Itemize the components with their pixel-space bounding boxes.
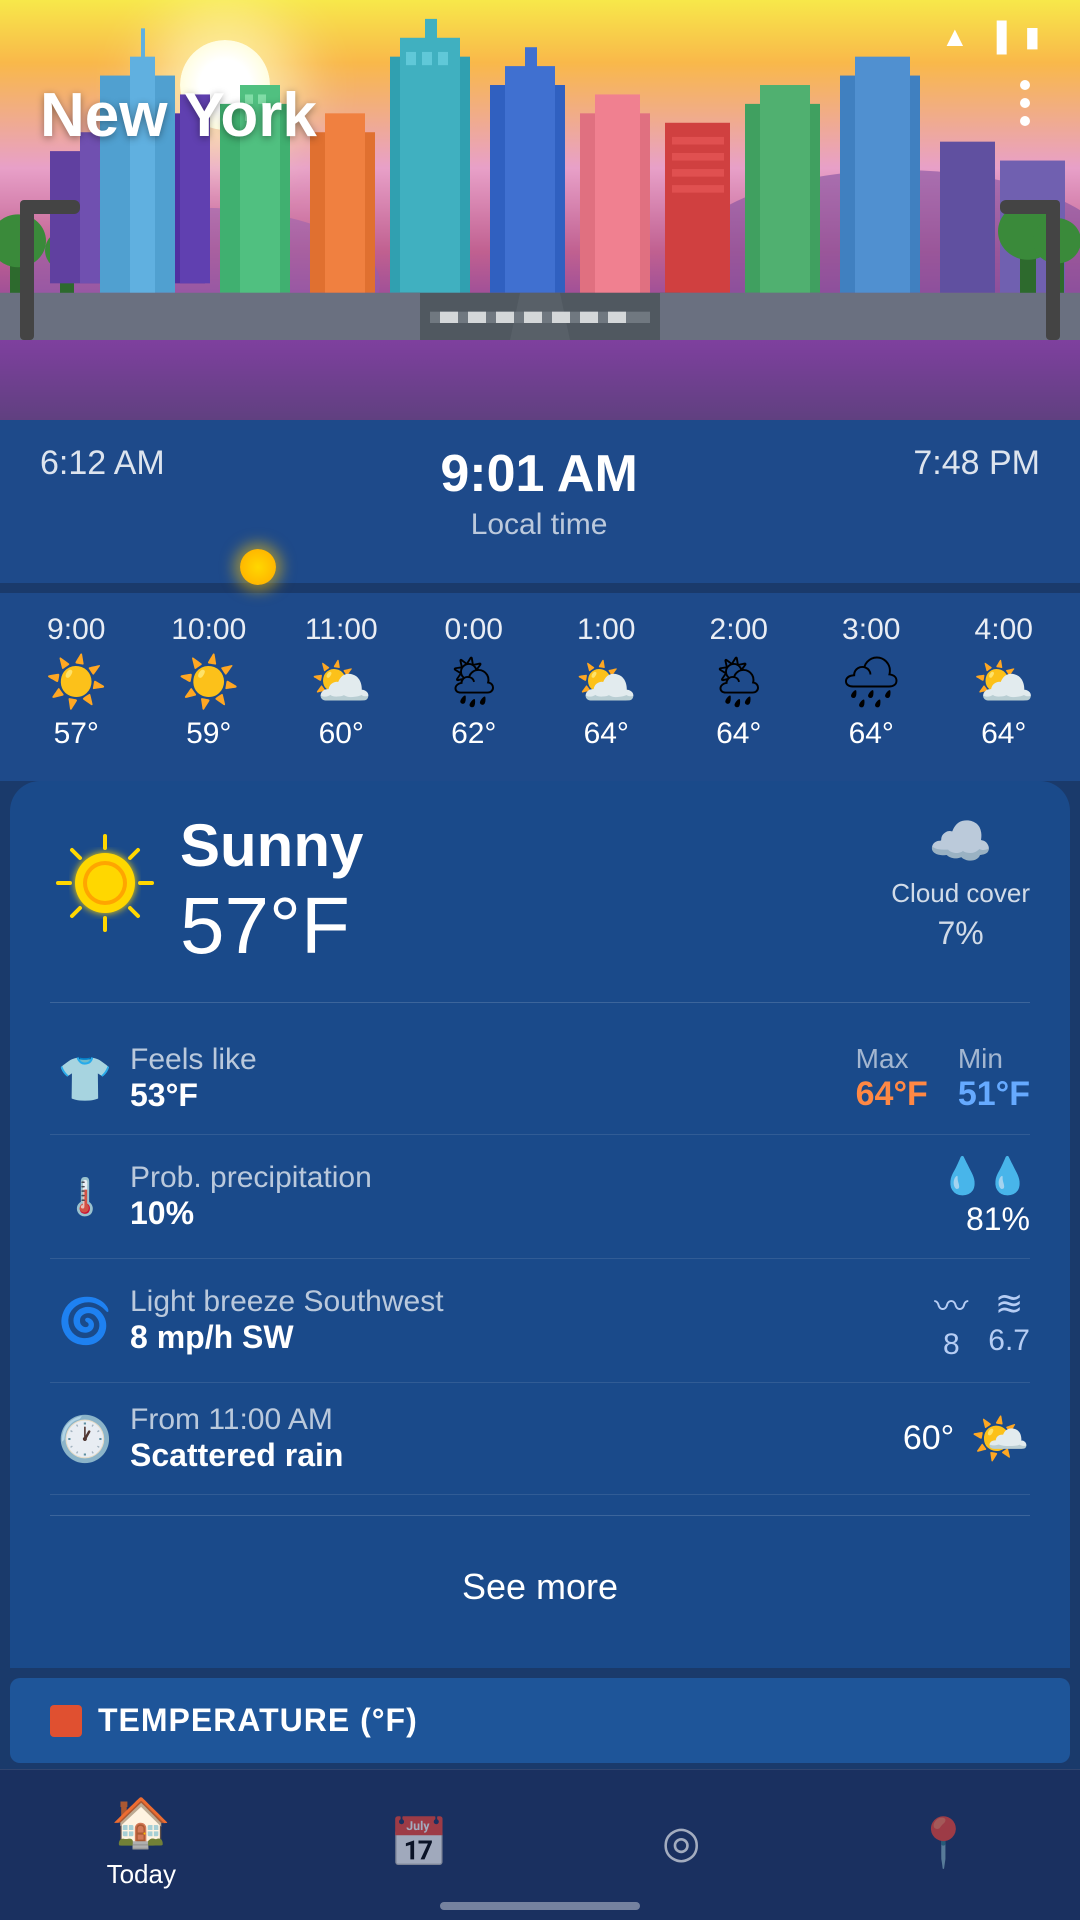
nav-radar[interactable]: ◎ [662,1817,700,1868]
current-weather-header: Sunny 57°F ☁️ Cloud cover 7% [50,811,1030,972]
city-header: New York [0,0,1080,420]
hourly-item[interactable]: 10:00 ☀️ 59° [143,613,276,751]
temp-section-label: TEMPERATURE (°F) [50,1702,1030,1739]
battery-icon [1025,20,1040,53]
max-min-temps: Max 64°F Min 51°F [856,1043,1030,1114]
current-weather-icon [50,828,160,956]
sunset-time: 7:48 PM [913,444,1040,543]
temp-color-swatch [50,1705,82,1737]
skyline-svg [0,0,1080,340]
location-icon: 📍 [914,1814,974,1871]
calendar-icon: 📅 [389,1814,449,1871]
streetlamp-right [1046,200,1060,340]
radar-icon: ◎ [662,1817,700,1868]
precipitation-icon: 🌡️ [50,1176,120,1218]
wifi-icon [941,21,969,53]
min-label: Min [958,1043,1030,1075]
status-bar [941,20,1040,53]
home-icon: 🏠 [111,1794,171,1851]
wind-gust: ≋ 6.7 [988,1284,1030,1358]
nav-calendar[interactable]: 📅 [389,1814,449,1871]
shirt-icon: 👕 [50,1053,120,1105]
sunrise-time: 6:12 AM [40,444,165,543]
home-indicator [440,1902,640,1910]
divider-2 [50,1515,1030,1516]
wind-row: 🌀 Light breeze Southwest 8 mp/h SW 〰 8 ≋… [50,1259,1030,1383]
alert-text: From 11:00 AM Scattered rain [130,1403,903,1474]
nav-today[interactable]: 🏠 Today [107,1794,176,1890]
drops-icon: 💧💧 [940,1155,1030,1197]
hourly-item[interactable]: 0:00 🌦 62° [408,613,541,751]
weather-description: Sunny 57°F [180,811,363,972]
alert-right: 60° 🌤️ [903,1410,1030,1467]
feels-like-row: 👕 Feels like 53°F Max 64°F Min 51°F [50,1023,1030,1135]
more-menu-button[interactable] [1020,80,1030,126]
humidity-right: 💧💧 81% [940,1155,1030,1238]
see-more-button[interactable]: See more [50,1536,1030,1638]
sunrise-sunset-row: 6:12 AM 9:01 AM Local time 7:48 PM [40,444,1040,543]
signal-icon [987,21,1007,53]
max-temp: 64°F [856,1075,928,1114]
sun-arc [40,553,1040,583]
precipitation-row: 🌡️ Prob. precipitation 10% 💧💧 81% [50,1135,1030,1259]
min-temp: 51°F [958,1075,1030,1114]
max-label: Max [856,1043,928,1075]
hourly-forecast[interactable]: 9:00 ☀️ 57° 10:00 ☀️ 59° 11:00 ⛅ 60° 0:0… [0,593,1080,781]
wind-icon: 🌀 [50,1295,120,1347]
time-bar: 6:12 AM 9:01 AM Local time 7:48 PM [0,420,1080,583]
temperature-section: TEMPERATURE (°F) [10,1678,1070,1763]
weather-main: Sunny 57°F [50,811,363,972]
weather-card: Sunny 57°F ☁️ Cloud cover 7% 👕 Feels lik… [10,781,1070,1668]
sun-position-indicator [240,549,276,585]
hourly-item[interactable]: 4:00 ⛅ 64° [938,613,1071,751]
hourly-item[interactable]: 9:00 ☀️ 57° [10,613,143,751]
hourly-item[interactable]: 3:00 🌧 64° [805,613,938,751]
city-name: New York [40,80,317,151]
hourly-item[interactable]: 2:00 🌦 64° [673,613,806,751]
bottom-nav: 🏠 Today 📅 ◎ 📍 [0,1769,1080,1920]
cloud-icon: ☁️ [928,811,993,872]
clock-icon: 🕐 [50,1413,120,1465]
cloud-cover: ☁️ Cloud cover 7% [891,811,1030,952]
current-temp: 57°F [180,881,350,970]
nav-location[interactable]: 📍 [914,1814,974,1871]
hourly-item[interactable]: 1:00 ⛅ 64° [540,613,673,751]
alert-row: 🕐 From 11:00 AM Scattered rain 60° 🌤️ [50,1383,1030,1495]
feels-like-text: Feels like 53°F [130,1043,856,1114]
wind-speed: 〰 8 [934,1279,968,1362]
wind-text: Light breeze Southwest 8 mp/h SW [130,1285,934,1356]
alert-weather-icon: 🌤️ [970,1410,1030,1467]
divider-1 [50,1002,1030,1003]
current-time: 9:01 AM Local time [440,444,637,543]
wind-stats: 〰 8 ≋ 6.7 [934,1279,1030,1362]
precip-text: Prob. precipitation 10% [130,1161,940,1232]
streetlamp-left [20,200,34,340]
hourly-item[interactable]: 11:00 ⛅ 60° [275,613,408,751]
